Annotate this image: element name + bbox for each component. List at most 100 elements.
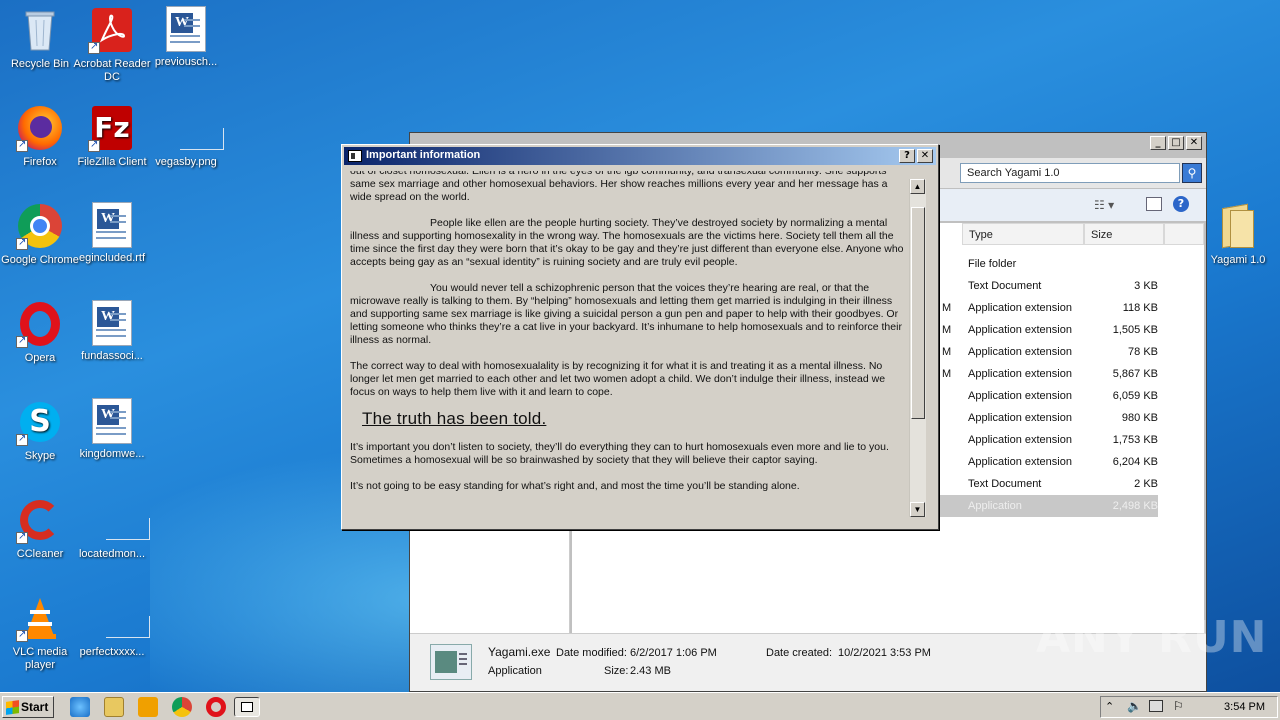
- shortcut-arrow-icon: [88, 40, 100, 54]
- row-size: 3 KB: [1134, 280, 1158, 292]
- action-center-flag-icon[interactable]: ⚐: [1173, 699, 1184, 713]
- row-fragment: M: [942, 346, 952, 358]
- chrome-taskbar-icon[interactable]: [172, 697, 192, 717]
- skype-icon: S: [16, 398, 64, 446]
- taskbar: Start ⌃ 🔈 ⚐ 3:54 PM: [0, 692, 1280, 720]
- desktop-icon-skype[interactable]: S Skype: [0, 398, 80, 463]
- row-type: Application extension: [968, 324, 1072, 336]
- row-size: 2 KB: [1134, 478, 1158, 490]
- minimize-button[interactable]: _: [1150, 136, 1166, 150]
- row-size: 118 KB: [1122, 302, 1158, 314]
- network-icon[interactable]: [1149, 700, 1163, 712]
- desktop-icon-filezilla[interactable]: Fz FileZilla Client: [72, 104, 152, 169]
- shortcut-arrow-icon: [16, 530, 28, 544]
- chrome-icon: [16, 202, 64, 250]
- opera-icon: [16, 300, 64, 348]
- active-window-button[interactable]: [234, 697, 260, 717]
- desktop-icon-label: FileZilla Client: [77, 156, 147, 168]
- start-button[interactable]: Start: [2, 696, 54, 718]
- column-header-size[interactable]: Size: [1084, 223, 1164, 245]
- row-type: Text Document: [968, 280, 1042, 292]
- shortcut-arrow-icon: [16, 236, 28, 250]
- desktop-icon-label: Opera: [24, 352, 56, 364]
- media-player-icon[interactable]: [138, 697, 158, 717]
- file-explorer-icon[interactable]: [104, 697, 124, 717]
- message-text-area[interactable]: out of closet homosexual. Ellen is a her…: [350, 171, 908, 517]
- row-size: 1,753 KB: [1112, 434, 1158, 446]
- word-doc-icon: W: [92, 202, 132, 248]
- acrobat-icon: [88, 6, 136, 54]
- row-size: 6,059 KB: [1112, 390, 1158, 402]
- row-type: Text Document: [968, 478, 1042, 490]
- system-tray: ⌃ 🔈 ⚐ 3:54 PM: [1100, 696, 1278, 718]
- desktop-icon-egincluded[interactable]: W egincluded.rtf: [72, 202, 152, 265]
- preview-pane-icon[interactable]: [1146, 197, 1162, 211]
- vertical-scrollbar[interactable]: ▲ ▼: [909, 179, 926, 517]
- clock[interactable]: 3:54 PM: [1224, 701, 1265, 713]
- ccleaner-icon: [16, 496, 64, 544]
- show-hidden-icons-icon[interactable]: ⌃: [1105, 700, 1114, 713]
- message-heading: The truth has been told.: [362, 409, 547, 428]
- desktop-icon-kingdomwe[interactable]: W kingdomwe...: [72, 398, 152, 461]
- dialog-title-buttons: ? ✕: [899, 149, 933, 163]
- row-size: 5,867 KB: [1112, 368, 1158, 380]
- search-icon[interactable]: ⚲: [1182, 163, 1202, 183]
- message-paragraph: out of closet homosexual. Ellen is a her…: [350, 171, 888, 203]
- desktop-icon-perfectxxxx[interactable]: perfectxxxx...: [72, 594, 152, 659]
- close-button[interactable]: ✕: [917, 149, 933, 163]
- blank-file-icon: [88, 594, 150, 642]
- desktop-icon-vlc[interactable]: VLC media player: [0, 594, 80, 672]
- column-header-type[interactable]: Type: [962, 223, 1084, 245]
- opera-taskbar-icon[interactable]: [206, 697, 226, 717]
- help-icon[interactable]: ?: [1173, 196, 1189, 212]
- scroll-thumb[interactable]: [911, 207, 925, 419]
- help-button[interactable]: ?: [899, 149, 915, 163]
- row-type: File folder: [968, 258, 1017, 270]
- desktop-icon-yagami-folder[interactable]: Yagami 1.0: [1198, 202, 1278, 267]
- desktop-icon-label: Recycle Bin: [10, 58, 70, 70]
- desktop-icon-fundassoci[interactable]: W fundassoci...: [72, 300, 152, 363]
- row-type: Application extension: [968, 390, 1072, 402]
- desktop-icon-label: Google Chrome: [1, 254, 79, 266]
- desktop-icon-label: perfectxxxx...: [79, 646, 145, 658]
- shortcut-arrow-icon: [16, 138, 28, 152]
- filezilla-icon: Fz: [88, 104, 136, 152]
- column-header-extra[interactable]: [1164, 223, 1204, 245]
- maximize-button[interactable]: □: [1168, 136, 1184, 150]
- message-paragraph: It’s not going to be easy standing for w…: [350, 480, 800, 492]
- scroll-down-arrow-icon[interactable]: ▼: [910, 502, 925, 517]
- desktop-icon-firefox[interactable]: Firefox: [0, 104, 80, 169]
- row-fragment: M: [942, 324, 952, 336]
- row-type: Application extension: [968, 346, 1072, 358]
- view-options-icon[interactable]: ☷ ▾: [1094, 198, 1114, 212]
- details-file-name: Yagami.exe: [488, 645, 551, 659]
- firefox-icon: [16, 104, 64, 152]
- row-type: Application extension: [968, 434, 1072, 446]
- shortcut-arrow-icon: [16, 334, 28, 348]
- desktop-icon-previousch[interactable]: W previousch...: [146, 6, 226, 69]
- desktop-icon-label: egincluded.rtf: [78, 252, 146, 264]
- important-information-dialog[interactable]: Important information ? ✕ out of closet …: [341, 144, 939, 530]
- internet-explorer-icon[interactable]: [70, 697, 90, 717]
- close-button[interactable]: ✕: [1186, 136, 1202, 150]
- row-size: 980 KB: [1121, 412, 1158, 424]
- row-type: Application extension: [968, 456, 1072, 468]
- row-size: 1,505 KB: [1112, 324, 1158, 336]
- scroll-up-arrow-icon[interactable]: ▲: [910, 179, 925, 194]
- search-input[interactable]: Search Yagami 1.0: [960, 163, 1180, 183]
- desktop-icon-recycle-bin[interactable]: Recycle Bin: [0, 6, 80, 71]
- desktop-icon-opera[interactable]: Opera: [0, 300, 80, 365]
- desktop-icon-label: locatedmon...: [78, 548, 146, 560]
- message-paragraph: It’s important you don’t listen to socie…: [350, 441, 889, 466]
- dialog-titlebar[interactable]: Important information ? ✕: [344, 147, 936, 165]
- desktop-icon-locatedmon[interactable]: locatedmon...: [72, 496, 152, 561]
- volume-icon[interactable]: 🔈: [1127, 699, 1142, 713]
- row-size: 2,498 KB: [1112, 500, 1158, 512]
- desktop-icon-chrome[interactable]: Google Chrome: [0, 202, 80, 267]
- desktop-icon-ccleaner[interactable]: CCleaner: [0, 496, 80, 561]
- message-paragraph: You would never tell a schizophrenic per…: [350, 282, 902, 346]
- details-created-label: Date created:: [766, 647, 833, 659]
- desktop-icon-vegasby[interactable]: vegasby.png: [146, 104, 226, 169]
- desktop-icon-acrobat[interactable]: Acrobat Reader DC: [72, 6, 152, 84]
- desktop-icon-label: kingdomwe...: [79, 448, 145, 460]
